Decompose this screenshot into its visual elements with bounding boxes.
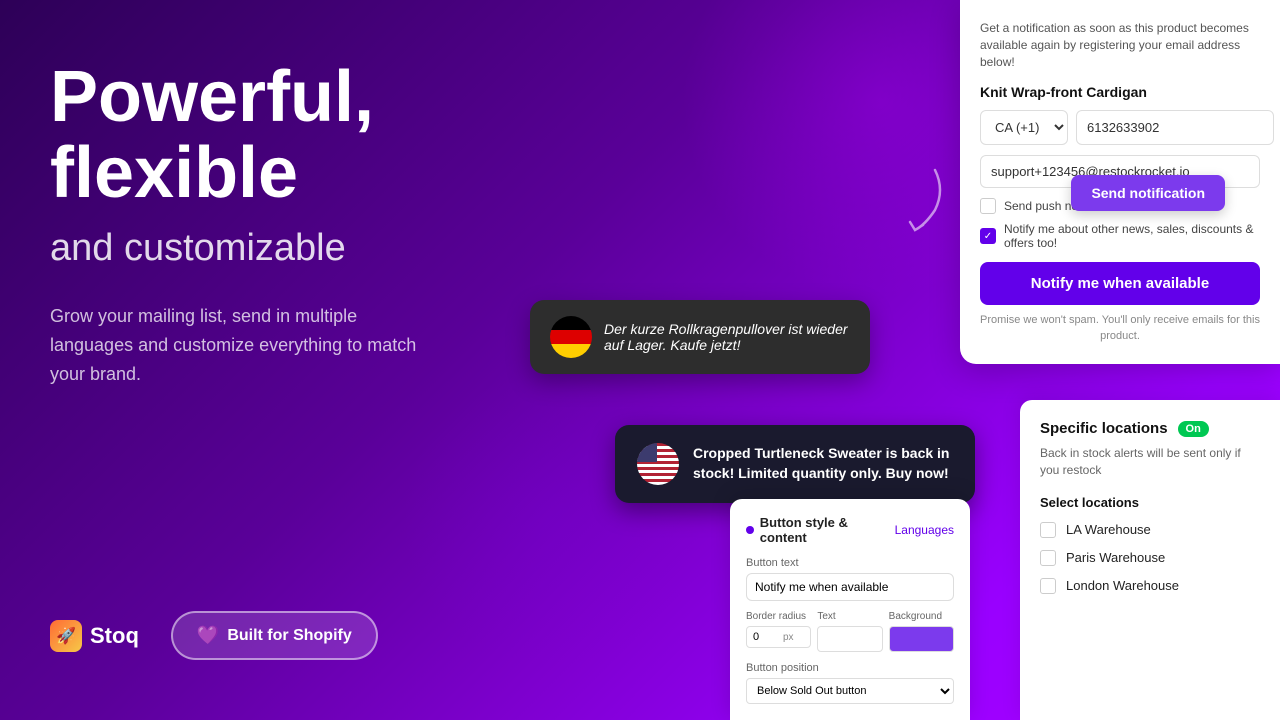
button-position-select[interactable]: Below Sold Out button bbox=[746, 678, 954, 704]
border-radius-input[interactable]: px bbox=[746, 626, 811, 648]
location-item-london: London Warehouse bbox=[1040, 578, 1260, 594]
hero-section: Powerful, flexible and customizable Grow… bbox=[0, 0, 560, 720]
locations-title: Specific locations bbox=[1040, 420, 1168, 437]
heart-icon: 💜 bbox=[197, 625, 219, 646]
languages-link[interactable]: Languages bbox=[895, 523, 954, 537]
paris-warehouse-label: Paris Warehouse bbox=[1066, 550, 1165, 565]
background-color-control: Background bbox=[889, 611, 954, 652]
text-color-label: Text bbox=[817, 611, 882, 622]
us-flag-icon bbox=[637, 443, 679, 485]
card-header: Button style & content Languages bbox=[746, 515, 954, 545]
location-item-la: LA Warehouse bbox=[1040, 522, 1260, 538]
button-text-input[interactable] bbox=[746, 573, 954, 601]
notify-when-available-button[interactable]: Notify me when available bbox=[980, 262, 1260, 305]
locations-header: Specific locations On bbox=[1040, 420, 1260, 437]
card-dot-icon bbox=[746, 526, 754, 534]
newsletter-row: ✓ Notify me about other news, sales, dis… bbox=[980, 222, 1260, 250]
la-warehouse-label: LA Warehouse bbox=[1066, 522, 1151, 537]
spam-notice: Promise we won't spam. You'll only recei… bbox=[980, 313, 1260, 344]
la-warehouse-checkbox[interactable] bbox=[1040, 522, 1056, 538]
background-color-label: Background bbox=[889, 611, 954, 622]
english-bubble-text: Cropped Turtleneck Sweater is back in st… bbox=[693, 444, 953, 483]
card-header-title: Button style & content bbox=[746, 515, 895, 545]
border-radius-value[interactable] bbox=[753, 631, 781, 643]
hero-title: Powerful, flexible bbox=[50, 60, 510, 211]
london-warehouse-label: London Warehouse bbox=[1066, 578, 1179, 593]
product-name-label: Knit Wrap-front Cardigan bbox=[980, 84, 1260, 100]
send-notification-button[interactable]: Send notification bbox=[1071, 175, 1225, 211]
location-item-paris: Paris Warehouse bbox=[1040, 550, 1260, 566]
german-flag-icon bbox=[550, 316, 592, 358]
newsletter-label: Notify me about other news, sales, disco… bbox=[1004, 222, 1260, 250]
border-radius-label: Border radius bbox=[746, 611, 811, 622]
button-text-label: Button text bbox=[746, 557, 954, 569]
shopify-button-label: Built for Shopify bbox=[227, 627, 351, 645]
background-color-swatch[interactable] bbox=[889, 626, 954, 652]
phone-number-input[interactable] bbox=[1076, 110, 1274, 145]
newsletter-checkbox[interactable]: ✓ bbox=[980, 228, 996, 244]
german-notification-bubble: Der kurze Rollkragenpullover ist wieder … bbox=[530, 300, 870, 374]
locations-description: Back in stock alerts will be sent only i… bbox=[1040, 445, 1260, 479]
phone-country-select[interactable]: CA (+1) bbox=[980, 110, 1068, 145]
london-warehouse-checkbox[interactable] bbox=[1040, 578, 1056, 594]
locations-card: Specific locations On Back in stock aler… bbox=[1020, 400, 1280, 720]
style-controls-row: Border radius px Text Background bbox=[746, 611, 954, 652]
stoq-logo: 🚀 Stoq bbox=[50, 620, 139, 652]
text-color-swatch[interactable] bbox=[817, 626, 882, 652]
german-bubble-text: Der kurze Rollkragenpullover ist wieder … bbox=[604, 321, 850, 353]
push-notification-checkbox[interactable] bbox=[980, 198, 996, 214]
arrow-icon bbox=[890, 160, 950, 240]
hero-subtitle: and customizable bbox=[50, 227, 510, 270]
locations-status-badge: On bbox=[1178, 421, 1209, 437]
text-color-control: Text bbox=[817, 611, 882, 652]
english-notification-bubble: Cropped Turtleneck Sweater is back in st… bbox=[615, 425, 975, 503]
button-position-label: Button position bbox=[746, 662, 954, 674]
border-radius-unit: px bbox=[783, 632, 794, 643]
shopify-button[interactable]: 💜 Built for Shopify bbox=[171, 611, 378, 660]
phone-row: CA (+1) bbox=[980, 110, 1260, 145]
hero-description: Grow your mailing list, send in multiple… bbox=[50, 302, 430, 388]
stoq-icon: 🚀 bbox=[50, 620, 82, 652]
stoq-brand-name: Stoq bbox=[90, 623, 139, 649]
select-locations-label: Select locations bbox=[1040, 495, 1260, 510]
button-style-card: Button style & content Languages Button … bbox=[730, 499, 970, 720]
paris-warehouse-checkbox[interactable] bbox=[1040, 550, 1056, 566]
border-radius-control: Border radius px bbox=[746, 611, 811, 652]
notification-description: Get a notification as soon as this produ… bbox=[980, 20, 1260, 70]
